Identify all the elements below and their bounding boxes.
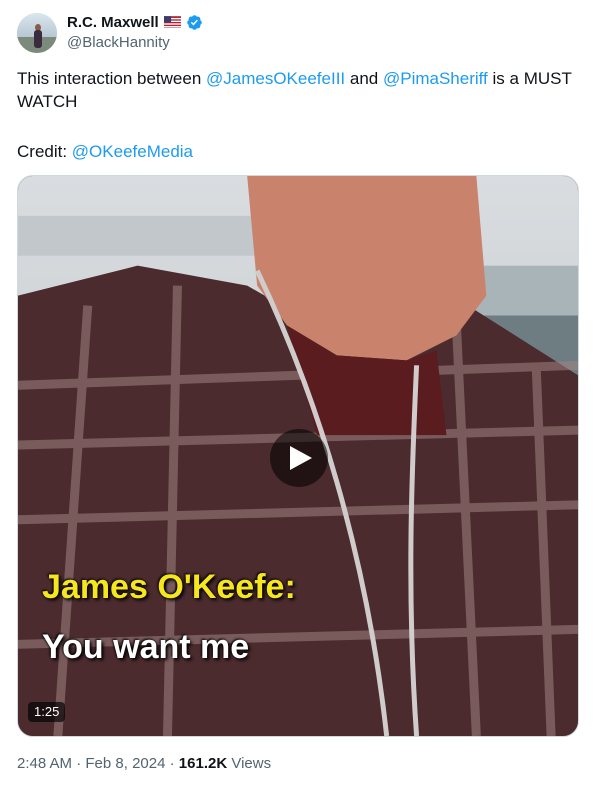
tweet-text: This interaction between @JamesOKeefeIII… — [17, 67, 592, 113]
tweet-date[interactable]: Feb 8, 2024 — [85, 755, 165, 772]
avatar[interactable] — [17, 13, 57, 53]
tweet-text-segment: and — [345, 69, 383, 88]
avatar-person — [34, 30, 42, 48]
tweet-text-segment: This interaction between — [17, 69, 206, 88]
credit-line: Credit: @OKeefeMedia — [17, 140, 193, 163]
video-duration-badge: 1:25 — [28, 702, 66, 722]
video-player[interactable]: James O'Keefe: You want me 1:25 — [17, 175, 579, 737]
play-button[interactable] — [270, 429, 328, 487]
meta-separator: · — [72, 755, 86, 772]
us-flag-icon — [163, 16, 181, 28]
mention-link[interactable]: @PimaSheriff — [383, 69, 488, 88]
author-handle[interactable]: @BlackHannity — [67, 34, 170, 51]
credit-mention-link[interactable]: @OKeefeMedia — [72, 142, 193, 161]
views-count: 161.2K — [178, 755, 228, 772]
author-display-name[interactable]: R.C. Maxwell — [67, 14, 159, 31]
play-icon — [290, 446, 312, 470]
verified-badge-icon[interactable] — [186, 14, 203, 31]
meta-separator: · — [165, 755, 179, 772]
video-caption-text: You want me — [42, 628, 250, 666]
views-label: Views — [227, 755, 272, 772]
mention-link[interactable]: @JamesOKeefeIII — [206, 69, 345, 88]
tweet-meta: 2:48 AM · Feb 8, 2024 · 161.2K Views — [17, 755, 271, 772]
video-caption-speaker: James O'Keefe: — [42, 568, 296, 606]
tweet-time[interactable]: 2:48 AM — [17, 755, 72, 772]
credit-label: Credit: — [17, 142, 72, 161]
author-name-row: R.C. Maxwell — [67, 13, 203, 31]
